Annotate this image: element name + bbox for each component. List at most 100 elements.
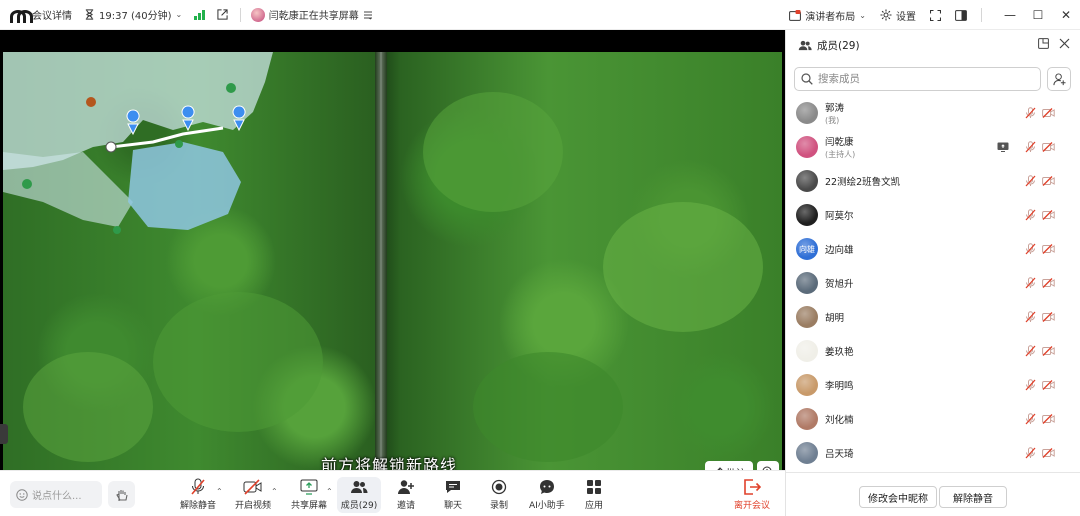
chevron-up-icon[interactable]: ⌃ <box>326 487 333 496</box>
member-status-icons <box>1025 107 1055 119</box>
annotate-button[interactable]: 批注 <box>705 461 753 470</box>
member-row[interactable]: 阿莫尔 <box>786 198 1080 232</box>
sharing-status-text: 闫乾康正在共享屏幕 <box>268 11 359 22</box>
share-screen-button[interactable]: 共享屏幕 <box>291 477 327 513</box>
member-row[interactable]: 吕天琦 <box>786 436 1080 470</box>
tencent-meeting-logo-icon <box>10 9 33 23</box>
member-row[interactable]: 贺旭升 <box>786 266 1080 300</box>
avatar: 向雄 <box>796 238 818 260</box>
leave-meeting-button[interactable]: 离开会议 <box>734 477 770 513</box>
member-name: 边向雄 <box>825 245 854 256</box>
video-subtitle: 前方将解锁新路线 <box>321 456 458 470</box>
member-search-field[interactable] <box>794 67 1041 91</box>
ai-assistant-button[interactable]: AI小助手 <box>529 477 565 513</box>
microphone-muted-icon <box>1025 243 1036 255</box>
member-status-icons <box>1025 311 1055 323</box>
member-name: 22测绘2班鲁文凯 <box>825 177 901 188</box>
hourglass-icon <box>85 9 94 20</box>
speaker-layout-label: 演讲者布局 <box>805 11 856 23</box>
member-list: 郭涛 (我) 闫乾康 (主持人) 22测绘2班鲁文凯 阿莫尔 向雄 边向雄 贺旭升 胡明 姜玖艳 李明… <box>786 96 1080 470</box>
network-signal[interactable] <box>194 9 205 20</box>
avatar <box>796 408 818 430</box>
apps-button[interactable]: 应用 <box>585 477 603 513</box>
tree-canopy <box>473 352 623 462</box>
close-icon[interactable] <box>1059 38 1070 49</box>
microphone-muted-icon <box>191 478 205 495</box>
meeting-info-button[interactable]: 会议详情 <box>10 7 72 23</box>
sidebar-toggle-button[interactable] <box>955 9 967 21</box>
members-icon <box>351 481 368 493</box>
microphone-muted-icon <box>1025 141 1036 153</box>
settings-button[interactable]: 设置 <box>880 8 916 23</box>
layout-icon <box>789 9 802 21</box>
members-icon <box>798 40 812 50</box>
speaker-layout-button[interactable]: 演讲者布局 ⌄ <box>789 8 866 23</box>
members-button[interactable]: 成员(29) <box>337 477 381 513</box>
avatar <box>796 272 818 294</box>
camera-off-icon <box>1042 142 1055 152</box>
member-row[interactable]: 闫乾康 (主持人) <box>786 130 1080 164</box>
avatar-initials: 向雄 <box>799 244 815 254</box>
shared-screen-view[interactable]: 前方将解锁新路线 批注 <box>0 30 785 470</box>
avatar <box>796 442 818 464</box>
member-role: (我) <box>825 116 840 125</box>
camera-off-icon <box>1042 108 1055 118</box>
chat-button[interactable]: 聊天 <box>444 477 462 513</box>
share-screen-label: 共享屏幕 <box>291 501 328 511</box>
fullscreen-icon <box>930 9 941 21</box>
record-button[interactable]: 录制 <box>490 477 508 513</box>
add-member-button[interactable] <box>1047 67 1071 91</box>
avatar <box>796 374 818 396</box>
camera-off-icon <box>1042 176 1055 186</box>
sidebar-panel-icon <box>955 9 967 21</box>
member-name: 吕天琦 <box>825 449 854 460</box>
close-icon[interactable]: ✕ <box>1052 8 1080 22</box>
zoom-button[interactable] <box>757 461 779 470</box>
unmute-all-button[interactable]: 解除静音 <box>939 486 1007 508</box>
raise-hand-button[interactable] <box>108 481 135 508</box>
chevron-up-icon[interactable]: ⌃ <box>216 487 223 496</box>
member-status-icons <box>1025 243 1055 255</box>
member-row[interactable]: 李明鸣 <box>786 368 1080 402</box>
unmute-button[interactable]: 解除静音 <box>180 477 216 513</box>
tree-canopy <box>153 292 323 432</box>
forest-aerial-video: 前方将解锁新路线 批注 <box>3 52 782 470</box>
chevron-down-icon: ⌄ <box>859 10 866 20</box>
sharing-status[interactable]: 闫乾康正在共享屏幕 <box>250 7 373 22</box>
leave-door-icon <box>744 479 761 495</box>
meeting-time: 19:37 (40分钟) <box>99 11 172 22</box>
camera-off-icon <box>1042 210 1055 220</box>
unmute-label: 解除静音 <box>180 501 217 511</box>
avatar <box>796 340 818 362</box>
sharer-avatar <box>250 7 265 22</box>
start-video-button[interactable]: 开启视频 <box>235 477 271 513</box>
rename-in-meeting-button[interactable]: 修改会中昵称 <box>859 486 937 508</box>
maximize-icon[interactable]: ☐ <box>1024 8 1052 22</box>
invite-button[interactable]: 邀请 <box>397 477 415 513</box>
quick-chat-input[interactable]: 说点什么... <box>10 481 102 508</box>
member-search-input[interactable] <box>818 73 1018 85</box>
member-row[interactable]: 刘化楠 <box>786 402 1080 436</box>
member-row[interactable]: 姜玖艳 <box>786 334 1080 368</box>
microphone-muted-icon <box>1025 311 1036 323</box>
meeting-toolbar: 说点什么... 解除静音 ⌃ 开启视频 ⌃ 共享屏幕 ⌃ 成员(29) 邀请 聊… <box>0 470 785 516</box>
ai-assistant-icon <box>539 480 554 494</box>
member-name: 郭涛 <box>825 103 845 114</box>
tree-canopy <box>423 92 563 212</box>
meeting-time-dropdown[interactable]: 19:37 (40分钟) ⌄ <box>84 7 182 22</box>
member-name: 刘化楠 <box>825 415 854 426</box>
member-row[interactable]: 胡明 <box>786 300 1080 334</box>
member-row[interactable]: 向雄 边向雄 <box>786 232 1080 266</box>
minimize-icon[interactable]: — <box>996 8 1024 22</box>
member-name: 姜玖艳 <box>825 347 854 358</box>
member-row[interactable]: 郭涛 (我) <box>786 96 1080 130</box>
title-bar: 会议详情 19:37 (40分钟) ⌄ 闫乾康正在共享屏幕 演讲者布局 ⌄ 设置… <box>0 0 1080 30</box>
fullscreen-button[interactable] <box>930 9 941 21</box>
member-row[interactable]: 22测绘2班鲁文凯 <box>786 164 1080 198</box>
chevron-up-icon[interactable]: ⌃ <box>271 487 278 496</box>
popout-panel-icon[interactable] <box>1038 38 1049 49</box>
member-name: 贺旭升 <box>825 279 854 290</box>
side-handle[interactable] <box>0 424 8 444</box>
popout-button[interactable] <box>217 9 228 20</box>
camera-off-icon <box>1042 244 1055 254</box>
